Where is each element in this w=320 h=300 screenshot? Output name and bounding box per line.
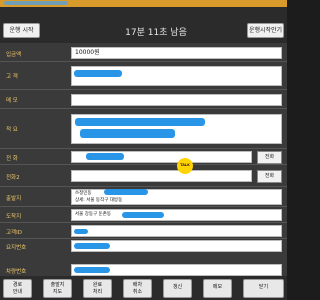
phone-redaction — [86, 153, 124, 160]
phone2-field[interactable] — [71, 170, 252, 182]
start-drive-button[interactable]: 운행 시작 — [3, 23, 40, 38]
row-origin: 출발지 쓰정민동 상세: 서울 동작구 대방동 — [0, 187, 287, 207]
call-button-1[interactable]: 전화 — [257, 151, 282, 164]
label-summary: 적 요 — [6, 127, 18, 133]
row-customer: 고 객 — [0, 62, 287, 90]
complete-button[interactable]: 완료 처리 — [83, 279, 112, 298]
label-vehicle: 차량번호 — [6, 269, 27, 275]
destination-redaction — [122, 212, 164, 218]
label-origin: 출발지 — [6, 196, 22, 202]
memo-field[interactable] — [71, 94, 282, 106]
refresh-button[interactable]: 갱신 — [163, 279, 192, 298]
label-phone: 전 화 — [6, 156, 18, 162]
label-phone2: 전화2 — [6, 175, 20, 181]
origin-value: 상세: 서울 동작구 대방동 — [75, 198, 123, 203]
label-deposit: 입금액 — [6, 52, 22, 58]
row-phone: 전 화 전화 — [0, 149, 287, 165]
order-form: 입금액 10000원 고 객 메 모 적 요 전 화 전화 전화2 전화 출발지 — [0, 43, 287, 253]
call-button-2[interactable]: 전화 — [257, 170, 282, 183]
row-deposit: 입금액 10000원 — [0, 44, 287, 62]
bottom-action-bar: 경로 안내 출발지 지도 완료 처리 배차 취소 갱신 메모 닫기 — [0, 276, 287, 300]
row-memo: 메 모 — [0, 90, 287, 109]
status-redaction — [4, 1, 68, 5]
summary-redaction-2 — [80, 129, 175, 138]
drive-status-button[interactable]: 운행시작안기 — [247, 23, 284, 38]
row-destination: 도착지 서울 강동구 둔촌동 — [0, 207, 287, 223]
summary-redaction-1 — [75, 118, 205, 126]
status-bar — [0, 0, 287, 7]
customer-id-redaction — [74, 229, 88, 234]
kakaotalk-icon[interactable]: TALK — [177, 158, 193, 174]
customer-redaction — [74, 70, 122, 77]
origin-redaction — [104, 189, 148, 195]
remaining-timer: 17분 11초 남음 — [125, 28, 187, 38]
label-customer-id: 고객ID — [6, 230, 22, 236]
label-customer: 고 객 — [6, 74, 18, 80]
row-summary: 적 요 — [0, 109, 287, 149]
origin-map-button[interactable]: 출발지 지도 — [43, 279, 72, 298]
origin-field[interactable]: 쓰정민동 상세: 서울 동작구 대방동 — [71, 189, 282, 205]
label-memo: 메 모 — [6, 98, 18, 104]
vehicle-redaction — [74, 267, 110, 273]
kakaotalk-label: TALK — [180, 163, 190, 167]
memo-button[interactable]: 메모 — [203, 279, 232, 298]
row-phone2: 전화2 전화 — [0, 165, 287, 187]
post-number-redaction — [74, 243, 110, 249]
deposit-field[interactable]: 10000원 — [71, 47, 282, 59]
row-vehicle: 차량번호 — [0, 253, 287, 276]
top-bar: 운행 시작 17분 11초 남음 운행시작안기 — [0, 7, 287, 43]
customer-id-field[interactable] — [71, 225, 282, 237]
label-destination: 도착지 — [6, 214, 22, 220]
label-post-number: 요지번호 — [6, 245, 27, 251]
cancel-dispatch-button[interactable]: 배차 취소 — [123, 279, 152, 298]
destination-field[interactable]: 서울 강동구 둔촌동 — [71, 209, 282, 221]
route-guide-button[interactable]: 경로 안내 — [3, 279, 32, 298]
origin-sub: 쓰정민동 — [75, 191, 92, 196]
row-customer-id: 고객ID — [0, 223, 287, 239]
close-button[interactable]: 닫기 — [243, 279, 284, 298]
row-post-number: 요지번호 — [0, 239, 287, 253]
